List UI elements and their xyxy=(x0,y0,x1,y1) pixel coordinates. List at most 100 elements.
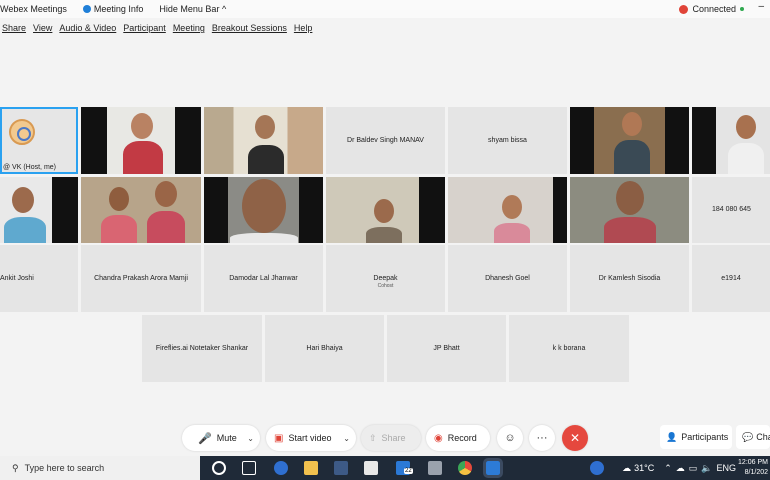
chat-label: Cha xyxy=(756,432,770,442)
help-icon[interactable] xyxy=(590,461,605,475)
chat-panel-button[interactable]: 💬 Cha xyxy=(736,425,770,449)
tile-video-participant[interactable] xyxy=(204,107,323,174)
recording-indicator-icon xyxy=(679,4,689,14)
record-label: Record xyxy=(447,433,477,443)
menu-participant[interactable]: Participant xyxy=(123,23,166,33)
weather-icon: ☁ xyxy=(622,462,632,473)
app-icon[interactable] xyxy=(334,461,348,475)
tile-participant[interactable]: Chandra Prakash Arora Mamji xyxy=(81,245,201,312)
participant-name: e1914 xyxy=(721,274,741,282)
chat-icon: 💬 xyxy=(742,431,754,442)
tile-video-participant[interactable] xyxy=(570,107,689,174)
mute-label: Mute xyxy=(216,433,237,443)
participants-panel-button[interactable]: 👤 Participants xyxy=(660,425,732,449)
app-icon[interactable] xyxy=(428,461,442,475)
tile-participant[interactable]: Dr Baldev Singh MANAV xyxy=(326,107,445,174)
clock-date: 8/1/202 xyxy=(744,469,768,476)
language-indicator[interactable]: ENG xyxy=(716,463,736,473)
record-button[interactable]: ◉ Record xyxy=(426,425,490,451)
tile-participant[interactable]: Fireflies.ai Notetaker Shankar xyxy=(142,315,262,382)
more-icon: ··· xyxy=(536,432,548,444)
tile-participant[interactable]: Damodar Lal Jhanwar xyxy=(204,245,323,312)
menu-meeting[interactable]: Meeting xyxy=(173,23,205,33)
share-icon: ⇧ xyxy=(369,432,377,443)
minimize-button[interactable]: – xyxy=(758,1,764,12)
cortana-icon[interactable] xyxy=(212,461,226,475)
participant-name: Dr Kamlesh Sisodia xyxy=(598,274,661,282)
tile-participant[interactable]: Deepak Cohost xyxy=(326,245,445,312)
microphone-icon: 🎤 xyxy=(198,432,212,445)
meeting-info-label: Meeting Info xyxy=(93,4,144,14)
emoji-icon: ☺ xyxy=(504,432,516,444)
start-video-button[interactable]: ▣ Start video ⌄ xyxy=(266,425,356,451)
participant-name: Ankit Joshi xyxy=(0,274,34,282)
self-avatar-icon xyxy=(9,119,35,145)
close-icon: ✕ xyxy=(569,431,581,445)
chevron-down-icon[interactable]: ⌄ xyxy=(247,434,254,443)
tile-participant[interactable]: 184 080 645 xyxy=(692,177,770,243)
tile-video-participant[interactable] xyxy=(692,107,770,174)
tile-participant[interactable]: Hari Bhaiya xyxy=(265,315,384,382)
tile-participant[interactable]: shyam bissa xyxy=(448,107,567,174)
share-button[interactable]: ⇧ Share xyxy=(361,425,421,451)
share-label: Share xyxy=(381,433,406,443)
tile-participant[interactable]: k k borana xyxy=(509,315,629,382)
weather-temp[interactable]: 31°C xyxy=(634,463,654,473)
tile-participant[interactable]: Dhanesh Goel xyxy=(448,245,567,312)
tile-participant[interactable]: e1914 xyxy=(692,245,770,312)
battery-icon[interactable]: ▭ xyxy=(689,463,698,474)
participant-name: k k borana xyxy=(552,344,586,352)
menu-view[interactable]: View xyxy=(33,23,52,33)
participant-name: Damodar Lal Jhanwar xyxy=(229,274,298,282)
title-bar: Webex Meetings Meeting Info Hide Menu Ba… xyxy=(0,0,770,18)
tile-participant[interactable]: Dr Kamlesh Sisodia xyxy=(570,245,689,312)
taskbar-search-box[interactable]: ⚲ Type here to search xyxy=(0,456,200,480)
tile-participant[interactable]: Ankit Joshi xyxy=(0,245,78,312)
cohost-label: Cohost xyxy=(377,282,394,289)
menu-breakout-sessions[interactable]: Breakout Sessions xyxy=(212,23,287,33)
chevron-down-icon[interactable]: ⌄ xyxy=(343,434,350,443)
hide-menu-label: Hide Menu Bar xyxy=(159,4,220,14)
connection-status[interactable]: Connected xyxy=(679,4,744,14)
menu-help[interactable]: Help xyxy=(294,23,313,33)
more-options-button[interactable]: ··· xyxy=(529,425,555,451)
tile-video-participant[interactable] xyxy=(204,177,323,243)
hide-menu-bar-button[interactable]: Hide Menu Bar ^ xyxy=(159,4,226,14)
app-name: Webex Meetings xyxy=(0,4,67,14)
participant-name: Fireflies.ai Notetaker Shankar xyxy=(155,344,249,352)
tile-video-participant[interactable] xyxy=(326,177,445,243)
volume-icon[interactable]: 🔈 xyxy=(701,463,712,474)
file-explorer-icon[interactable] xyxy=(304,461,318,475)
bluetooth-icon[interactable] xyxy=(274,461,288,475)
reactions-button[interactable]: ☺ xyxy=(497,425,523,451)
menu-audio-video[interactable]: Audio & Video xyxy=(59,23,116,33)
tile-video-participant[interactable] xyxy=(448,177,567,243)
tile-video-participant[interactable] xyxy=(81,107,201,174)
participant-name: Hari Bhaiya xyxy=(306,344,343,352)
participant-name: Dr Baldev Singh MANAV xyxy=(347,136,424,144)
connected-label: Connected xyxy=(692,4,736,14)
store-icon[interactable] xyxy=(364,461,378,475)
mute-button[interactable]: 🎤 Mute ⌄ xyxy=(182,425,260,451)
tile-self[interactable]: @ VK (Host, me) xyxy=(0,107,78,174)
tile-participant[interactable]: JP Bhatt xyxy=(387,315,506,382)
chevron-up-icon[interactable]: ⌃ xyxy=(664,463,672,474)
clock[interactable]: 12:06 PM 8/1/202 xyxy=(738,458,768,478)
meeting-info-button[interactable]: Meeting Info xyxy=(82,4,144,14)
cloud-icon[interactable]: ☁ xyxy=(676,463,685,474)
participant-name: Dhanesh Goel xyxy=(485,274,530,282)
tile-video-participant[interactable] xyxy=(570,177,689,243)
tile-video-participant[interactable] xyxy=(81,177,201,243)
menu-share[interactable]: Share xyxy=(2,23,26,33)
participants-icon: 👤 xyxy=(666,431,678,442)
mail-badge: 22 xyxy=(404,468,413,474)
participant-name: 184 080 645 xyxy=(712,205,751,213)
chevron-up-icon: ^ xyxy=(221,4,227,14)
chrome-icon[interactable] xyxy=(458,461,472,475)
clock-time: 12:06 PM xyxy=(738,459,768,466)
tile-video-participant[interactable] xyxy=(0,177,78,243)
info-icon xyxy=(82,5,91,13)
webex-icon[interactable] xyxy=(483,458,503,478)
leave-meeting-button[interactable]: ✕ xyxy=(562,425,588,451)
task-view-icon[interactable] xyxy=(242,461,256,475)
